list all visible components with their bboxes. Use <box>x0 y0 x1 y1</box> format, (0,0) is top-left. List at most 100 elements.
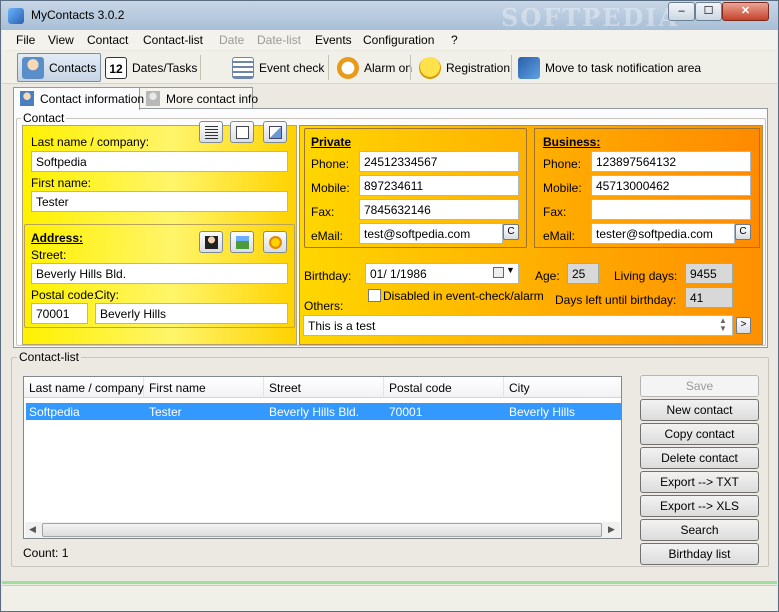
menu-contact[interactable]: Contact <box>87 33 128 47</box>
event-check-button[interactable]: Event check <box>228 53 328 82</box>
private-fax-field[interactable]: 7845632146 <box>359 199 519 220</box>
menu-help[interactable]: ? <box>451 33 458 47</box>
business-heading: Business: <box>543 135 601 149</box>
age-value: 25 <box>567 263 599 284</box>
menu-events[interactable]: Events <box>315 33 352 47</box>
column-first-name[interactable]: First name <box>144 377 264 398</box>
column-street[interactable]: Street <box>264 377 384 398</box>
address-person-button[interactable] <box>199 231 223 253</box>
move-to-tray-button[interactable]: Move to task notification area <box>514 53 705 82</box>
table-row[interactable]: Softpedia Tester Beverly Hills Bld. 7000… <box>26 403 621 420</box>
dates-tasks-button[interactable]: 12 Dates/Tasks <box>101 53 201 82</box>
private-email-field[interactable]: test@softpedia.com <box>359 223 503 244</box>
scroll-left-icon[interactable]: ◀ <box>29 524 36 535</box>
menu-configuration[interactable]: Configuration <box>363 33 434 47</box>
menu-view[interactable]: View <box>48 33 74 47</box>
event-list-icon <box>232 56 254 79</box>
private-email-compose-button[interactable]: C <box>503 224 519 240</box>
export-xls-button[interactable]: Export --> XLS <box>640 495 759 517</box>
private-phone-field[interactable]: 24512334567 <box>359 151 519 172</box>
contact-listview[interactable]: Last name / company First name Street Po… <box>23 376 622 539</box>
last-name-field[interactable]: Softpedia <box>31 151 288 172</box>
last-name-label: Last name / company: <box>31 135 150 149</box>
address-heading: Address: <box>31 231 84 245</box>
city-field[interactable]: Beverly Hills <box>95 303 288 324</box>
registration-label: Registration <box>446 60 511 75</box>
delete-contact-button[interactable]: Delete contact <box>640 447 759 469</box>
menu-contact-list[interactable]: Contact-list <box>143 33 203 47</box>
card-icon <box>236 126 249 139</box>
copy-contact-button[interactable]: Copy contact <box>640 423 759 445</box>
chevron-down-icon[interactable]: ▼ <box>506 265 515 275</box>
street-label: Street: <box>31 248 67 262</box>
horizontal-scrollbar[interactable]: ◀ ▶ <box>25 522 620 538</box>
save-button[interactable]: Save <box>640 375 759 397</box>
list-icon <box>205 126 218 139</box>
address-map-button[interactable] <box>230 231 254 253</box>
dates-tasks-label: Dates/Tasks <box>132 60 198 75</box>
business-fax-label: Fax: <box>543 205 567 219</box>
column-last-name[interactable]: Last name / company <box>24 377 144 398</box>
birthday-list-button[interactable]: Birthday list <box>640 543 759 565</box>
street-field[interactable]: Beverly Hills Bld. <box>31 263 288 284</box>
tab-contact-information[interactable]: Contact information <box>13 87 144 110</box>
toolbar: Contacts 12 Dates/Tasks Event check Alar… <box>2 51 777 84</box>
contact-group-label: Contact <box>21 111 67 125</box>
private-email-label: eMail: <box>311 229 344 243</box>
business-phone-field[interactable]: 123897564132 <box>591 151 751 172</box>
person-icon <box>20 91 34 106</box>
person-gray-icon <box>146 91 160 106</box>
others-label: Others: <box>304 299 344 313</box>
tab-more-contact-info[interactable]: More contact info <box>139 87 258 109</box>
maximize-button[interactable]: ☐ <box>695 2 722 21</box>
postal-code-field[interactable]: 70001 <box>31 303 88 324</box>
column-postal-code[interactable]: Postal code <box>384 377 504 398</box>
menu-date-list[interactable]: Date-list <box>257 33 301 47</box>
app-window: MyContacts 3.0.2 SOFTPEDIA – ☐ ✕ File Vi… <box>0 0 779 612</box>
toolbar-separator <box>410 55 411 80</box>
disabled-event-checkbox[interactable] <box>368 289 381 302</box>
address-sun-button[interactable] <box>263 231 287 253</box>
business-mobile-field[interactable]: 45713000462 <box>591 175 751 196</box>
toolbar-separator <box>511 55 512 80</box>
first-name-field[interactable]: Tester <box>31 191 288 212</box>
alarm-on-label: Alarm on <box>364 60 413 75</box>
minimize-button[interactable]: – <box>668 2 695 21</box>
cell-first-name: Tester <box>149 405 182 419</box>
menu-file[interactable]: File <box>16 33 35 47</box>
others-expand-button[interactable]: > <box>736 317 751 334</box>
toolbar-separator <box>200 55 201 80</box>
menu-bar: File View Contact Contact-list Date Date… <box>2 30 777 50</box>
new-contact-button[interactable]: New contact <box>640 399 759 421</box>
export-txt-button[interactable]: Export --> TXT <box>640 471 759 493</box>
card-view-button[interactable] <box>230 121 254 143</box>
person-dark-icon <box>205 236 218 249</box>
calendar-dropdown-icon[interactable] <box>493 267 504 278</box>
registration-button[interactable]: Registration <box>415 53 514 82</box>
scrollbar-thumb[interactable] <box>42 523 602 537</box>
scroll-right-icon[interactable]: ▶ <box>608 524 615 535</box>
alarm-on-button[interactable]: Alarm on <box>333 53 416 82</box>
business-email-field[interactable]: tester@softpedia.com <box>591 223 735 244</box>
list-view-button[interactable] <box>199 121 223 143</box>
first-name-label: First name: <box>31 176 92 190</box>
others-field[interactable]: This is a test <box>303 315 733 336</box>
private-phone-label: Phone: <box>311 157 350 171</box>
envelope-icon <box>269 126 282 139</box>
column-city[interactable]: City <box>504 377 621 398</box>
birthday-label: Birthday: <box>304 269 352 283</box>
menu-date[interactable]: Date <box>219 33 244 47</box>
close-button[interactable]: ✕ <box>722 2 769 21</box>
contacts-button[interactable]: Contacts <box>17 53 102 82</box>
business-fax-field[interactable] <box>591 199 751 220</box>
title-bar[interactable]: MyContacts 3.0.2 SOFTPEDIA – ☐ ✕ <box>1 1 778 32</box>
listview-header: Last name / company First name Street Po… <box>24 377 621 398</box>
search-button[interactable]: Search <box>640 519 759 541</box>
status-progress-stripe <box>2 581 777 584</box>
email-contact-button[interactable] <box>263 121 287 143</box>
business-email-label: eMail: <box>543 229 576 243</box>
private-mobile-field[interactable]: 897234611 <box>359 175 519 196</box>
spin-arrows-icon[interactable]: ▲ ▼ <box>719 317 727 333</box>
map-icon <box>236 236 249 249</box>
business-email-compose-button[interactable]: C <box>735 224 751 240</box>
